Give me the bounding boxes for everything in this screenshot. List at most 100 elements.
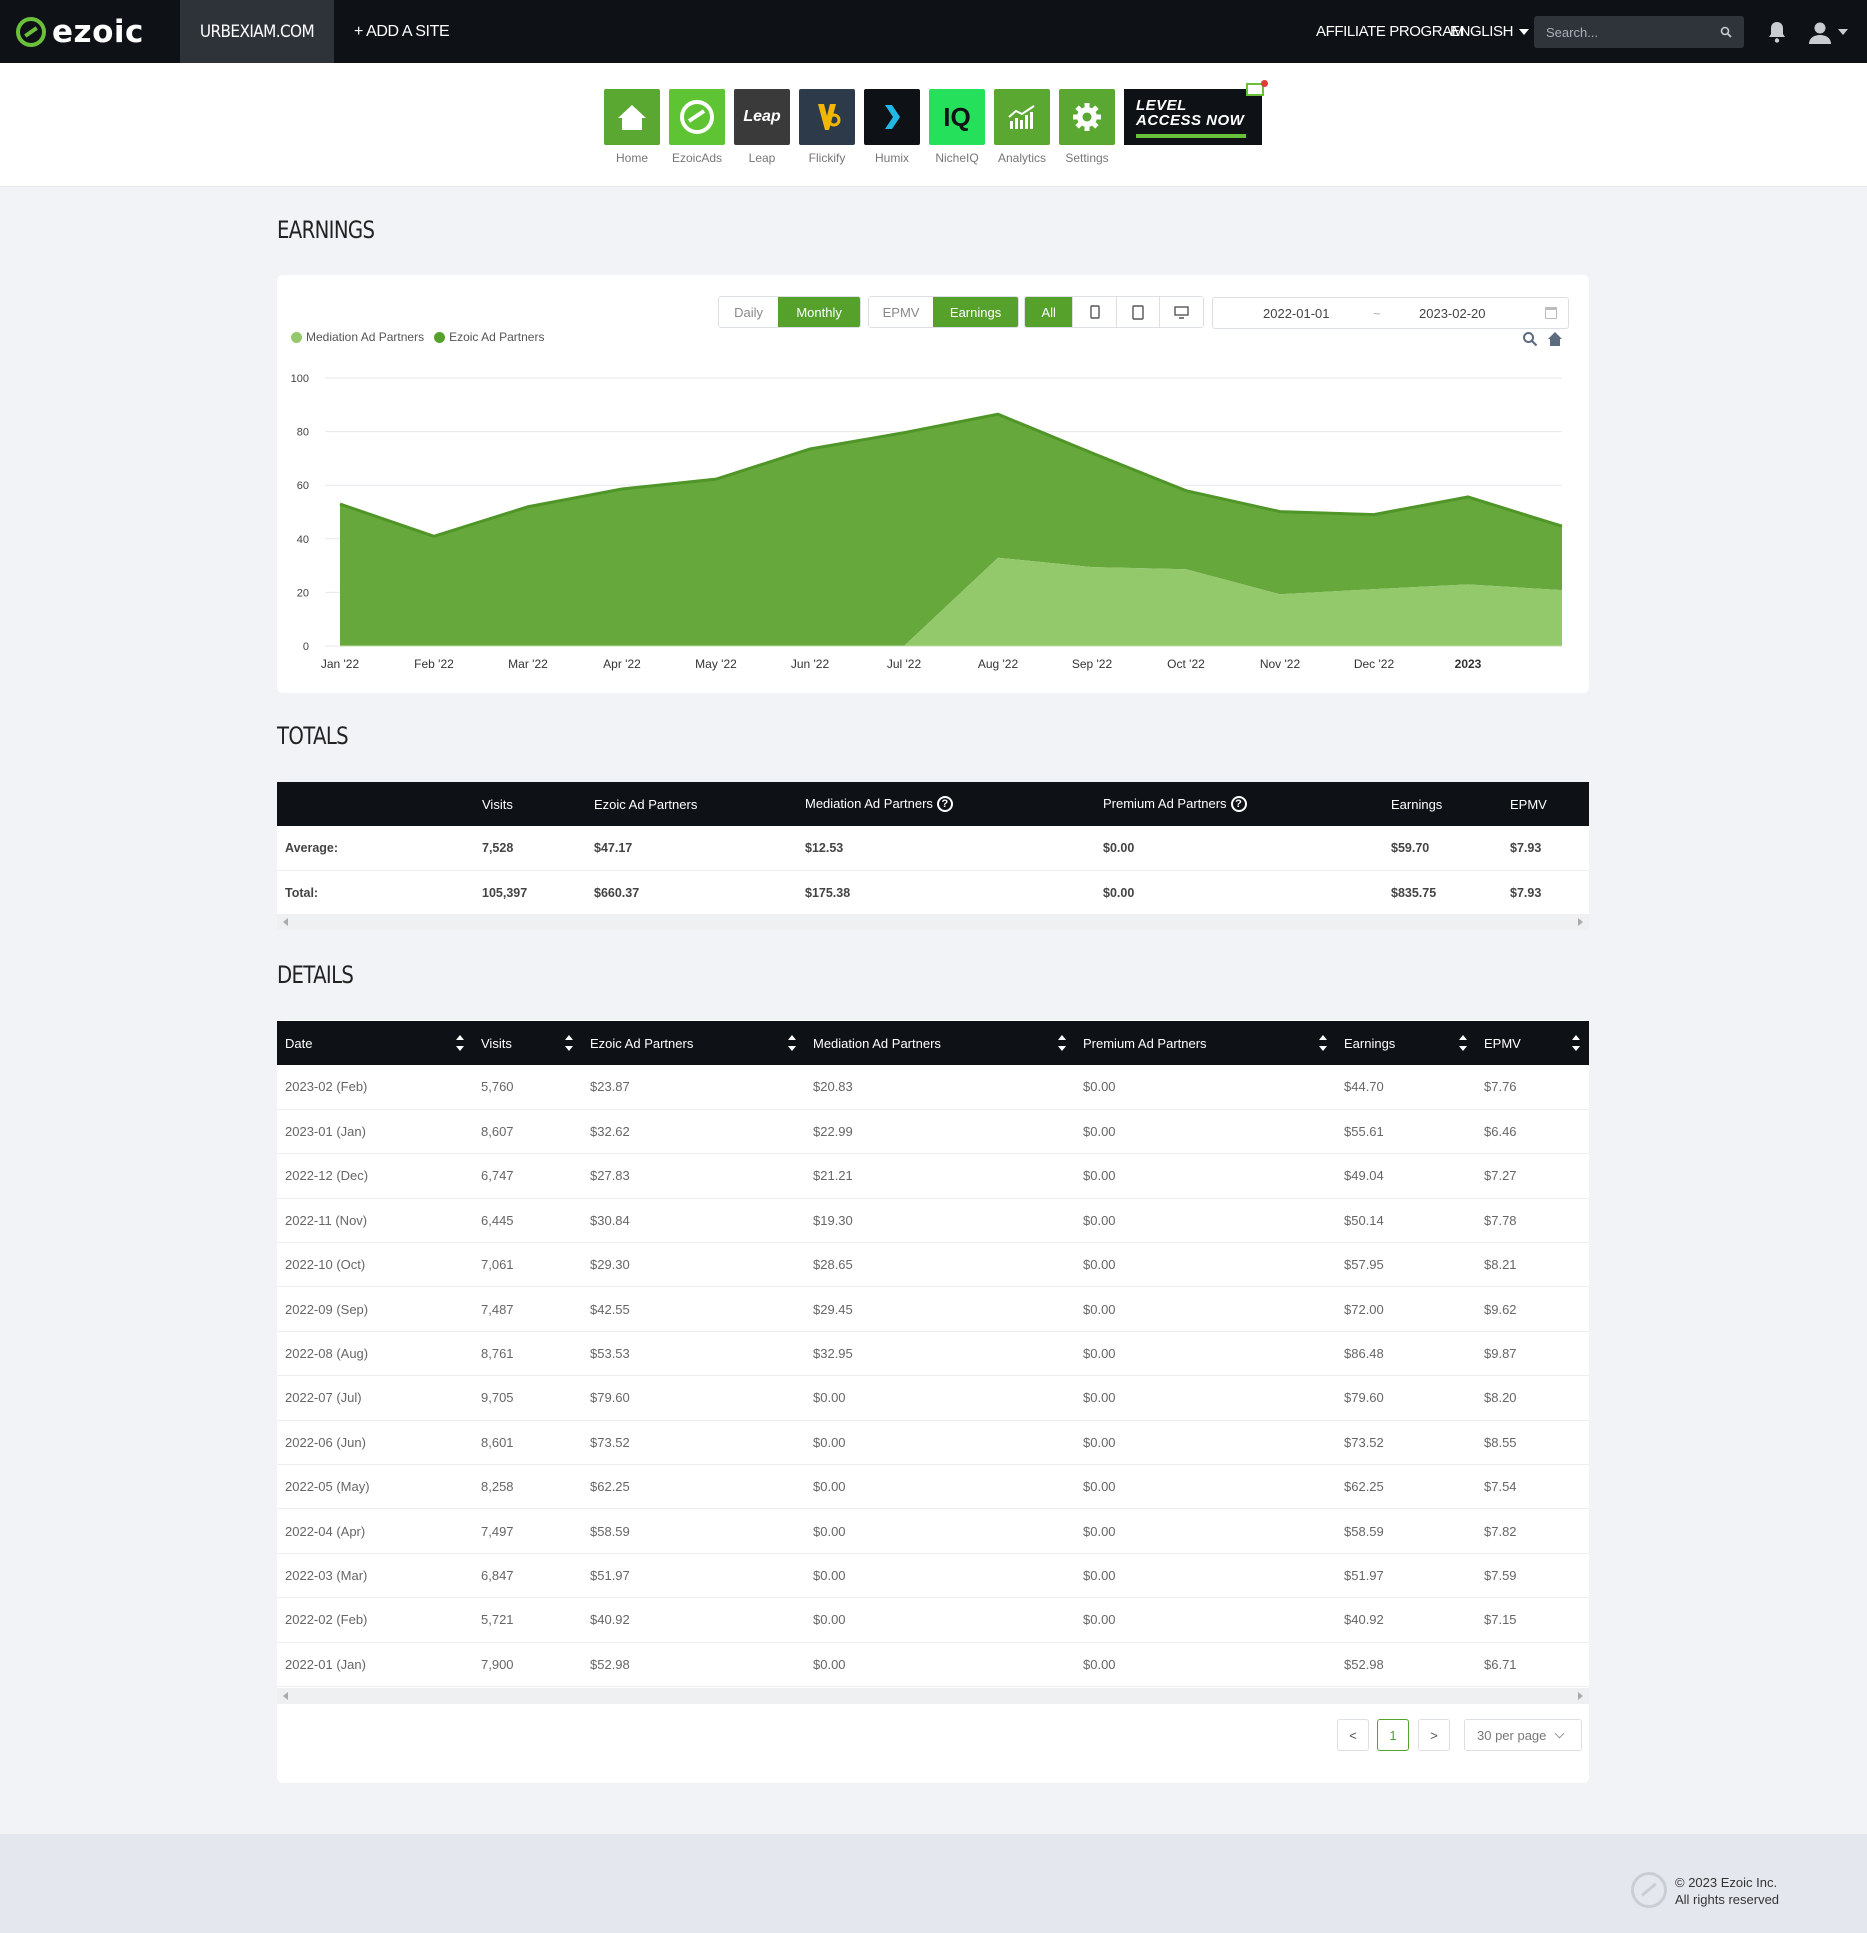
date-range-picker[interactable]: 2022-01-01 ~ 2023-02-20: [1212, 297, 1569, 329]
app-nicheiq-tile[interactable]: IQ: [929, 89, 985, 145]
details-horizontal-scrollbar[interactable]: [277, 1688, 1589, 1704]
y-tick-label: 60: [297, 480, 309, 492]
app-home[interactable]: Home: [604, 89, 660, 165]
app-humix-tile[interactable]: [864, 89, 920, 145]
app-humix[interactable]: Humix: [864, 89, 920, 165]
legend-item-ezoic[interactable]: Ezoic Ad Partners: [434, 330, 544, 344]
level-banner-line1: LEVEL: [1136, 97, 1187, 114]
details-header-ezoic[interactable]: Ezoic Ad Partners: [582, 1021, 805, 1065]
table-cell: $58.59: [1336, 1508, 1476, 1554]
scroll-left-icon[interactable]: [283, 918, 288, 926]
user-menu[interactable]: [1808, 20, 1854, 44]
app-ezoicads[interactable]: EzoicAds: [669, 89, 725, 165]
app-analytics-tile[interactable]: [994, 89, 1050, 145]
sort-icon[interactable]: [787, 1035, 797, 1051]
affiliate-program-link[interactable]: AFFILIATE PROGRAM: [1316, 0, 1464, 63]
table-cell: $0.00: [1075, 1065, 1336, 1110]
details-header-earnings[interactable]: Earnings: [1336, 1021, 1476, 1065]
tablet-button[interactable]: [1115, 297, 1160, 327]
app-nicheiq[interactable]: IQ NicheIQ: [929, 89, 985, 165]
scroll-right-icon[interactable]: [1578, 918, 1583, 926]
sort-icon[interactable]: [455, 1035, 465, 1051]
desktop-button[interactable]: [1159, 297, 1203, 327]
app-ezoicads-tile[interactable]: [669, 89, 725, 145]
epmv-button[interactable]: EPMV: [869, 297, 934, 327]
language-dropdown[interactable]: ENGLISH: [1450, 0, 1530, 63]
zoom-icon[interactable]: [1522, 331, 1538, 347]
app-flickify-tile[interactable]: [799, 89, 855, 145]
scroll-left-icon[interactable]: [283, 1692, 288, 1700]
next-page-button[interactable]: >: [1418, 1719, 1450, 1751]
table-cell: $62.25: [1336, 1464, 1476, 1510]
app-leap[interactable]: Leap Leap: [734, 89, 790, 165]
details-header-visits[interactable]: Visits: [473, 1021, 582, 1065]
sort-icon[interactable]: [1458, 1035, 1468, 1051]
period-toggle: Daily Monthly: [718, 296, 861, 328]
table-cell: 2022-01 (Jan): [277, 1642, 473, 1687]
app-analytics[interactable]: Analytics: [994, 89, 1050, 165]
page-1-button[interactable]: 1: [1377, 1719, 1409, 1751]
help-icon[interactable]: ?: [936, 796, 953, 813]
totals-cell: $47.17: [586, 826, 797, 871]
totals-section-title: TOTALS: [277, 722, 349, 750]
date-from[interactable]: 2022-01-01: [1263, 306, 1330, 321]
date-to[interactable]: 2023-02-20: [1419, 306, 1486, 321]
app-leap-tile[interactable]: Leap: [734, 89, 790, 145]
app-settings[interactable]: Settings: [1059, 89, 1115, 165]
prev-page-button[interactable]: <: [1337, 1719, 1369, 1751]
details-header-premium[interactable]: Premium Ad Partners: [1075, 1021, 1336, 1065]
header-text: Premium Ad Partners: [1083, 1035, 1207, 1051]
header-text: Date: [285, 1035, 313, 1051]
table-cell: $0.00: [1075, 1420, 1336, 1466]
header-text: Mediation Ad Partners: [805, 795, 933, 811]
calendar-icon[interactable]: [1545, 307, 1557, 319]
table-cell: $7.82: [1476, 1508, 1589, 1554]
search-input[interactable]: Search...: [1534, 16, 1744, 48]
totals-cell: $59.70: [1383, 826, 1502, 871]
help-icon[interactable]: ?: [1230, 796, 1247, 813]
site-selector-tab[interactable]: URBEXIAM.COM: [180, 0, 334, 63]
details-header-epmv[interactable]: EPMV: [1476, 1021, 1589, 1065]
sort-icon[interactable]: [1571, 1035, 1581, 1051]
table-cell: 2022-05 (May): [277, 1464, 473, 1510]
header-text: Visits: [481, 1035, 512, 1051]
table-row: 2022-03 (Mar) 6,847 $51.97 $0.00 $0.00 $51.97…: [277, 1553, 1589, 1599]
add-site-link[interactable]: + ADD A SITE: [354, 0, 450, 63]
sort-icon[interactable]: [1057, 1035, 1067, 1051]
app-flickify[interactable]: Flickify: [799, 89, 855, 165]
table-cell: 8,601: [473, 1420, 582, 1466]
legend-item-mediation[interactable]: Mediation Ad Partners: [291, 330, 424, 344]
search-icon[interactable]: [1720, 26, 1732, 38]
ezoic-logo[interactable]: ezoic: [16, 14, 144, 50]
sort-icon[interactable]: [564, 1035, 574, 1051]
leap-icon: Leap: [743, 108, 781, 125]
totals-cell: $660.37: [586, 870, 797, 916]
mobile-button[interactable]: [1072, 297, 1116, 327]
details-header-mediation[interactable]: Mediation Ad Partners: [805, 1021, 1075, 1065]
totals-cell: Total:: [277, 870, 474, 916]
notification-bell-icon[interactable]: [1766, 20, 1788, 44]
table-cell: $28.65: [805, 1242, 1075, 1288]
scroll-right-icon[interactable]: [1578, 1692, 1583, 1700]
sort-icon[interactable]: [1318, 1035, 1328, 1051]
desktop-icon: [1174, 305, 1189, 319]
app-settings-tile[interactable]: [1059, 89, 1115, 145]
totals-row: Total: 105,397 $660.37 $175.38 $0.00 $835.75 $…: [277, 870, 1589, 916]
details-section-title: DETAILS: [277, 961, 354, 989]
table-cell: 6,847: [473, 1553, 582, 1599]
per-page-select[interactable]: 30 per page: [1464, 1719, 1582, 1751]
reset-zoom-home-icon[interactable]: [1547, 331, 1563, 347]
level-access-banner[interactable]: LEVEL ACCESS NOW: [1124, 80, 1268, 145]
all-devices-button[interactable]: All: [1025, 297, 1073, 327]
legend-swatch: [434, 331, 446, 343]
earnings-button[interactable]: Earnings: [933, 297, 1018, 327]
table-cell: $58.59: [582, 1508, 805, 1554]
totals-horizontal-scrollbar[interactable]: [277, 914, 1589, 930]
table-cell: 2023-02 (Feb): [277, 1065, 473, 1110]
app-home-tile[interactable]: [604, 89, 660, 145]
details-header-date[interactable]: Date: [277, 1021, 473, 1065]
monthly-button[interactable]: Monthly: [778, 297, 860, 327]
daily-button[interactable]: Daily: [719, 297, 779, 327]
table-cell: $40.92: [582, 1597, 805, 1643]
totals-header-row: Visits Ezoic Ad Partners Mediation Ad Pa…: [277, 782, 1589, 826]
